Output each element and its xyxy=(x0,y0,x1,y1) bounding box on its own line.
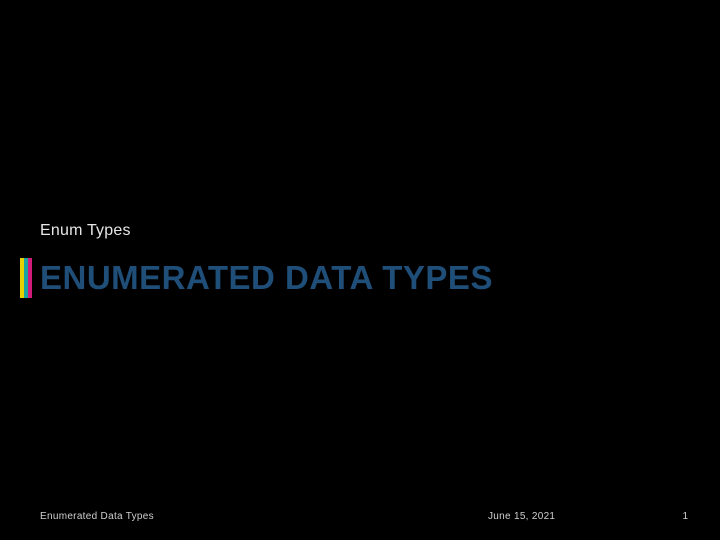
slide: Enum Types ENUMERATED DATA TYPES Enumera… xyxy=(0,0,720,540)
accent-bars xyxy=(20,258,32,298)
footer-title: Enumerated Data Types xyxy=(40,511,154,522)
footer-date: June 15, 2021 xyxy=(488,511,555,522)
title-row: ENUMERATED DATA TYPES xyxy=(20,258,493,298)
slide-footer: Enumerated Data Types June 15, 2021 1 xyxy=(0,504,720,522)
slide-subtitle: Enum Types xyxy=(40,222,131,240)
accent-bar-icon xyxy=(28,258,32,298)
footer-page-number: 1 xyxy=(682,511,688,522)
slide-title: ENUMERATED DATA TYPES xyxy=(40,258,493,298)
